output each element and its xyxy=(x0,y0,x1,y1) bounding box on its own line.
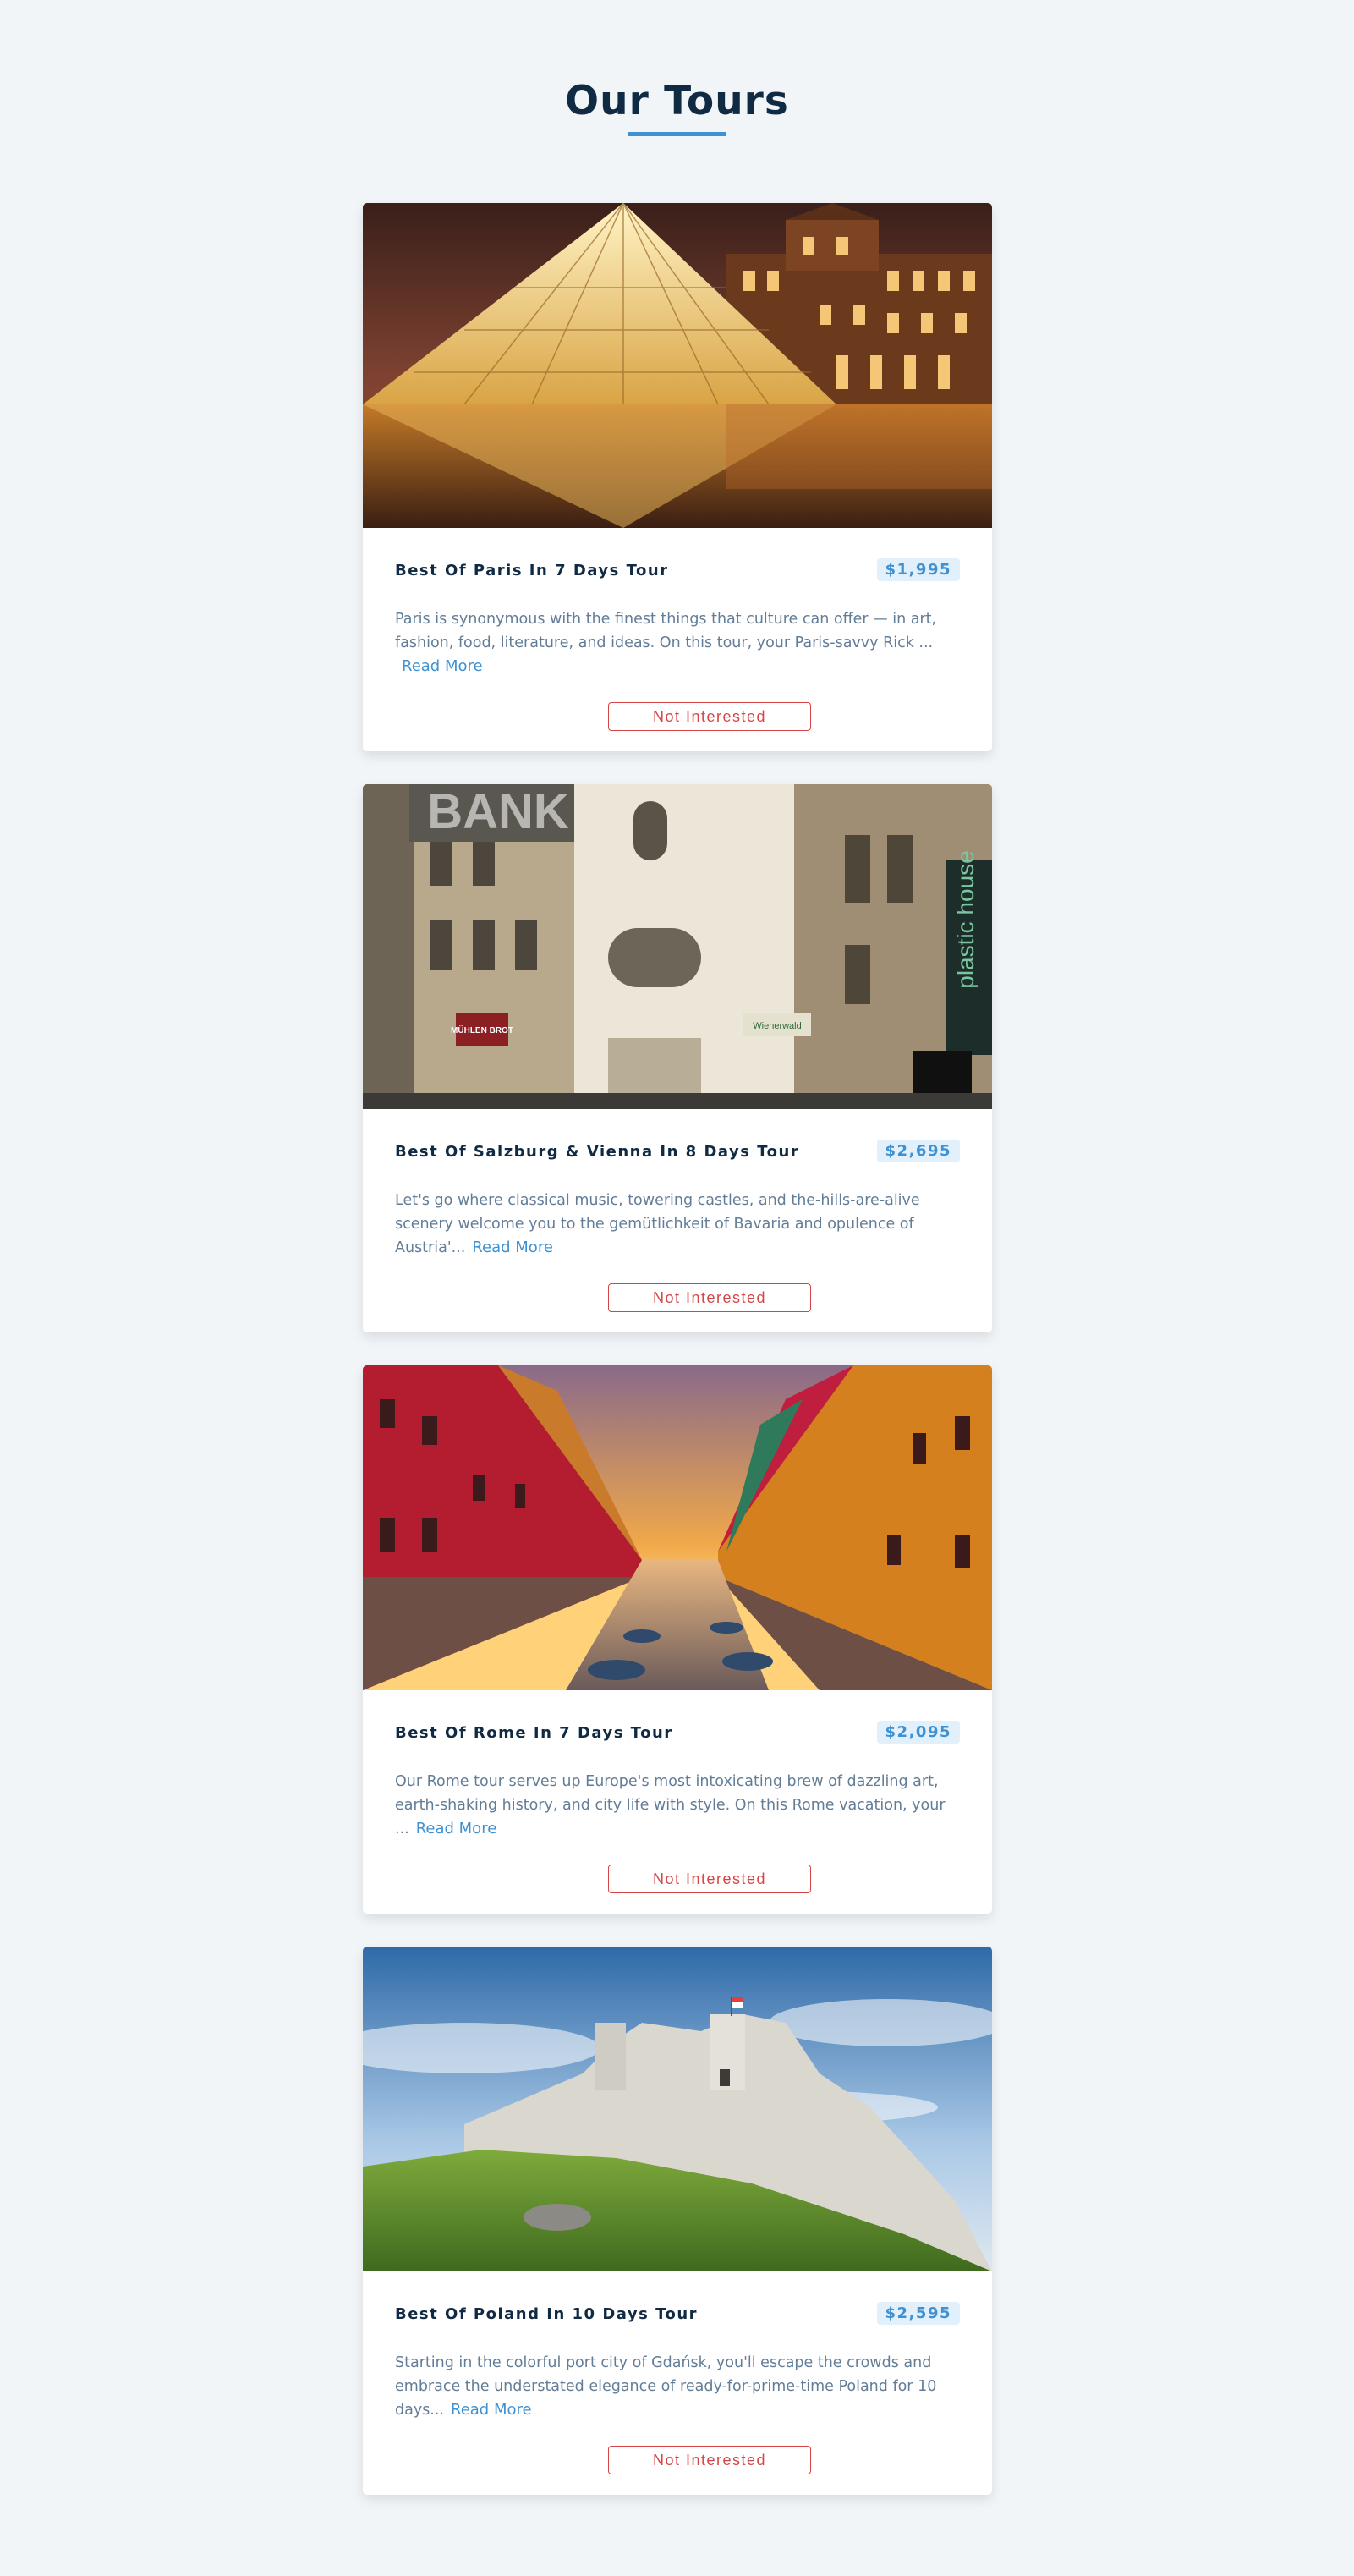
tour-image xyxy=(363,1947,992,2271)
not-interested-button[interactable]: Not Interested xyxy=(608,1283,811,1312)
tour-name: Best Of Poland In 10 Days Tour xyxy=(395,2305,699,2323)
tour-image xyxy=(363,1365,992,1690)
read-more-button[interactable]: Read More xyxy=(402,657,483,675)
tour-price: $2,695 xyxy=(876,1140,960,1162)
tour-name: Best Of Salzburg & Vienna In 8 Days Tour xyxy=(395,1143,800,1161)
tour-description: Let's go where classical music, towering… xyxy=(395,1189,960,1260)
tour-card-poland: Best Of Poland In 10 Days Tour $2,595 St… xyxy=(363,1947,992,2495)
title-underline xyxy=(628,132,726,136)
read-more-button[interactable]: Read More xyxy=(451,2401,532,2419)
tour-price: $2,595 xyxy=(876,2302,960,2325)
tour-price: $1,995 xyxy=(876,558,960,581)
tour-image xyxy=(363,203,992,528)
tour-description-text: Paris is synonymous with the finest thin… xyxy=(395,611,937,651)
read-more-button[interactable]: Read More xyxy=(416,1820,497,1837)
tour-card-rome: Best Of Rome In 7 Days Tour $2,095 Our R… xyxy=(363,1365,992,1914)
tour-info: Best Of Salzburg & Vienna In 8 Days Tour… xyxy=(395,1109,960,1332)
tour-description: Starting in the colorful port city of Gd… xyxy=(395,2351,960,2422)
tour-price: $2,095 xyxy=(876,1721,960,1744)
page-title: Our Tours xyxy=(565,78,789,124)
tour-image: BANK plastic house MÜHLEN BROT Wienerwal… xyxy=(363,784,992,1109)
read-more-button[interactable]: Read More xyxy=(472,1239,553,1256)
sign-bank: BANK xyxy=(427,784,569,839)
not-interested-button[interactable]: Not Interested xyxy=(608,702,811,731)
tour-name: Best Of Paris In 7 Days Tour xyxy=(395,562,669,579)
tour-info: Best Of Poland In 10 Days Tour $2,595 St… xyxy=(395,2271,960,2495)
not-interested-button[interactable]: Not Interested xyxy=(608,2446,811,2474)
tour-description: Paris is synonymous with the finest thin… xyxy=(395,607,960,678)
tour-description: Our Rome tour serves up Europe's most in… xyxy=(395,1770,960,1841)
sign-wienerwald: Wienerwald xyxy=(753,1021,801,1031)
tour-info: Best Of Paris In 7 Days Tour $1,995 Pari… xyxy=(395,528,960,751)
not-interested-button[interactable]: Not Interested xyxy=(608,1865,811,1893)
tour-name: Best Of Rome In 7 Days Tour xyxy=(395,1724,673,1742)
sign-plastic-house: plastic house xyxy=(952,850,978,988)
tour-card-paris: Best Of Paris In 7 Days Tour $1,995 Pari… xyxy=(363,203,992,751)
tour-info: Best Of Rome In 7 Days Tour $2,095 Our R… xyxy=(395,1690,960,1914)
sign-muhlen-brot: MÜHLEN BROT xyxy=(451,1024,513,1035)
tour-card-salzburg-vienna: BANK plastic house MÜHLEN BROT Wienerwal… xyxy=(363,784,992,1332)
